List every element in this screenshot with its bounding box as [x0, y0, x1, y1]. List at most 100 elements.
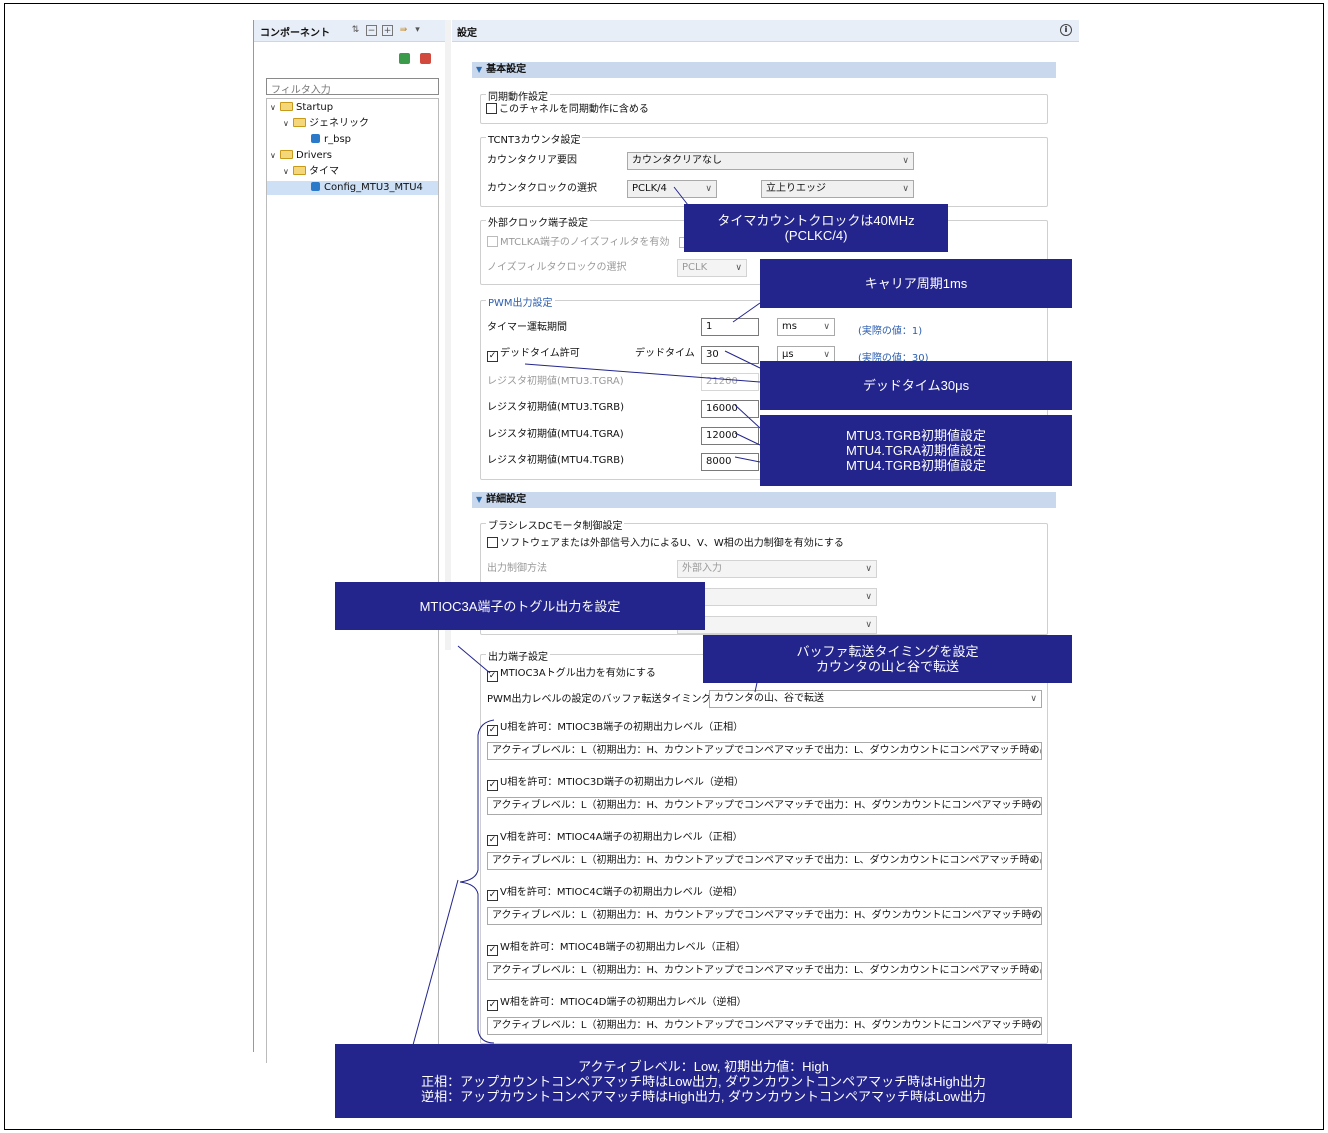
clear-source-select[interactable]: カウンタクリアなし ∨: [627, 152, 914, 170]
output-select-3[interactable]: 出力∨: [677, 616, 877, 634]
sync-checkbox[interactable]: このチャネルを同期動作に含める: [486, 103, 649, 117]
toggle-checkbox[interactable]: ✓ MTIOC3Aトグル出力を有効にする: [487, 667, 656, 682]
folder-icon: [280, 102, 293, 111]
tgrb3-label: レジスタ初期値(MTU3.TGRB): [487, 402, 625, 413]
chevron-down-icon: ∨: [1030, 694, 1037, 704]
method-select[interactable]: 外部入力 ∨: [677, 560, 877, 578]
component-panel: コンポーネント ⇅ − + ⇛ ▾ フィルタ入力 ∨ Startup ∨ ジェネリッ…: [253, 20, 447, 1063]
tgra4-label: レジスタ初期値(MTU4.TGRA): [487, 429, 624, 440]
sort-icon[interactable]: ⇅: [350, 25, 361, 36]
basic-settings-header[interactable]: ▼ 基本設定: [472, 62, 1056, 78]
chevron-down-icon: ∨: [865, 564, 872, 574]
group-label: 同期動作設定: [486, 88, 550, 103]
checkbox-icon[interactable]: ✓: [487, 725, 498, 736]
period-unit-select[interactable]: ms ∨: [777, 318, 835, 336]
tgra3-label: レジスタ初期値(MTU3.TGRA): [487, 376, 624, 387]
callout-carrier: キャリア周期1ms: [760, 259, 1072, 308]
period-actual-value: (実際の値：1): [858, 326, 923, 337]
tree-item-drivers[interactable]: ∨ Drivers: [270, 149, 332, 163]
group-label: PWM出力設定: [486, 294, 555, 309]
folder-icon: [280, 150, 293, 159]
phase-enable-checkbox[interactable]: ✓ W相を許可：MTIOC4B端子の初期出力レベル（正相）: [487, 941, 746, 956]
callout-clock: タイマカウントクロックは40MHz (PCLKC/4): [684, 204, 948, 252]
tree-item-config-mtu3-mtu4[interactable]: Config_MTU3_MTU4: [267, 181, 438, 195]
checkbox-icon[interactable]: [487, 236, 498, 247]
deadtime-checkbox[interactable]: ✓ デッドタイム許可: [487, 347, 580, 362]
panel-title: コンポーネント: [260, 28, 330, 39]
checkbox-icon[interactable]: [486, 103, 497, 114]
dropdown-arrow-icon[interactable]: ▾: [412, 25, 423, 36]
chevron-down-icon[interactable]: ∨: [283, 117, 293, 131]
phase-enable-checkbox[interactable]: ✓ U相を許可：MTIOC3D端子の初期出力レベル（逆相）: [487, 776, 744, 791]
view-menu-icon[interactable]: ⇛: [398, 25, 409, 36]
noise-clock-select[interactable]: PCLK ∨: [677, 259, 747, 277]
settings-panel-header: 設定 i: [452, 20, 1079, 42]
info-icon[interactable]: i: [1060, 24, 1072, 36]
callout-toggle: MTIOC3A端子のトグル出力を設定: [335, 582, 705, 630]
phase-level-select[interactable]: アクティブレベル：L（初期出力：H、カウントアップでコンペアマッチで出力：L、ダ…: [487, 852, 1042, 870]
edge-select[interactable]: 立上りエッジ ∨: [761, 180, 914, 198]
chevron-down-icon: ∨: [1030, 746, 1037, 756]
chevron-down-icon: ∨: [865, 592, 872, 602]
phase-level-select[interactable]: アクティブレベル：L（初期出力：H、カウントアップでコンペアマッチで出力：H、ダ…: [487, 907, 1042, 925]
phase-enable-checkbox[interactable]: ✓ V相を許可：MTIOC4A端子の初期出力レベル（正相）: [487, 831, 743, 846]
callout-deadtime: デッドタイム30μs: [760, 361, 1072, 410]
add-component-icon[interactable]: [399, 53, 410, 64]
detail-settings-header[interactable]: ▼ 詳細設定: [472, 492, 1056, 508]
tgrb3-input[interactable]: 16000: [701, 400, 759, 418]
checkbox-icon[interactable]: ✓: [487, 351, 498, 362]
clear-source-label: カウンタクリア要因: [487, 155, 577, 166]
component-icon: [311, 182, 320, 191]
checkbox-icon[interactable]: ✓: [487, 671, 498, 682]
phase-level-select[interactable]: アクティブレベル：L（初期出力：H、カウントアップでコンペアマッチで出力：H、ダ…: [487, 797, 1042, 815]
chevron-down-icon: ∨: [1030, 966, 1037, 976]
filter-input[interactable]: フィルタ入力: [266, 78, 439, 96]
checkbox-icon[interactable]: [487, 537, 498, 548]
tgrb4-input[interactable]: 8000: [701, 453, 759, 471]
tgra3-input: 21200: [701, 373, 759, 391]
deadtime-label: デッドタイム: [635, 348, 695, 359]
phase-level-select[interactable]: アクティブレベル：L（初期出力：H、カウントアップでコンペアマッチで出力：H、ダ…: [487, 1017, 1042, 1035]
tree-item-timer[interactable]: ∨ タイマ: [283, 165, 339, 179]
chevron-down-icon[interactable]: ∨: [270, 101, 280, 115]
phase-enable-checkbox[interactable]: ✓ V相を許可：MTIOC4C端子の初期出力レベル（逆相）: [487, 886, 743, 901]
chevron-down-icon[interactable]: ∨: [270, 149, 280, 163]
chevron-down-icon: ∨: [735, 263, 742, 273]
phase-enable-checkbox[interactable]: ✓ W相を許可：MTIOC4D端子の初期出力レベル（逆相）: [487, 996, 747, 1011]
chevron-down-icon: ∨: [705, 184, 712, 194]
folder-icon: [293, 166, 306, 175]
tgra4-input[interactable]: 12000: [701, 427, 759, 445]
checkbox-icon[interactable]: ✓: [487, 890, 498, 901]
period-input[interactable]: 1: [701, 318, 759, 336]
collapse-all-icon[interactable]: −: [366, 25, 377, 36]
chevron-down-icon[interactable]: ∨: [283, 165, 293, 179]
remove-component-icon[interactable]: [420, 53, 431, 64]
phase-enable-checkbox[interactable]: ✓ U相を許可：MTIOC3B端子の初期出力レベル（正相）: [487, 721, 743, 736]
buffer-select[interactable]: カウンタの山、谷で転送 ∨: [709, 690, 1042, 708]
noise-filter-checkbox[interactable]: MTCLKA端子のノイズフィルタを有効: [487, 236, 669, 250]
callout-active-level: アクティブレベル：Low, 初期出力値：High 正相：アップカウントコンペアマッ…: [335, 1044, 1072, 1118]
tree-item-generic[interactable]: ∨ ジェネリック: [283, 117, 369, 131]
group-label: TCNT3カウンタ設定: [486, 131, 583, 146]
deadtime-input[interactable]: 30: [701, 346, 759, 364]
chevron-down-icon: ∨: [902, 184, 909, 194]
collapse-triangle-icon[interactable]: ▼: [476, 495, 482, 504]
chevron-down-icon: ∨: [865, 620, 872, 630]
phase-level-select[interactable]: アクティブレベル：L（初期出力：H、カウントアップでコンペアマッチで出力：L、ダ…: [487, 742, 1042, 760]
clock-select[interactable]: PCLK/4 ∨: [627, 180, 717, 198]
output-select-2[interactable]: 出力∨: [677, 588, 877, 606]
checkbox-icon[interactable]: ✓: [487, 780, 498, 791]
period-label: タイマー運転期間: [487, 322, 567, 333]
checkbox-icon[interactable]: ✓: [487, 1000, 498, 1011]
tree-item-r-bsp[interactable]: r_bsp: [311, 133, 351, 147]
chevron-down-icon: ∨: [1030, 1021, 1037, 1031]
phase-level-select[interactable]: アクティブレベル：L（初期出力：H、カウントアップでコンペアマッチで出力：L、ダ…: [487, 962, 1042, 980]
method-label: 出力制御方法: [487, 563, 547, 574]
bldc-checkbox[interactable]: ソフトウェアまたは外部信号入力によるU、V、W相の出力制御を有効にする: [487, 537, 844, 551]
collapse-triangle-icon[interactable]: ▼: [476, 65, 482, 74]
tree-item-startup[interactable]: ∨ Startup: [270, 101, 333, 115]
checkbox-icon[interactable]: ✓: [487, 945, 498, 956]
checkbox-icon[interactable]: ✓: [487, 835, 498, 846]
expand-all-icon[interactable]: +: [382, 25, 393, 36]
panel-splitter[interactable]: [445, 20, 451, 650]
